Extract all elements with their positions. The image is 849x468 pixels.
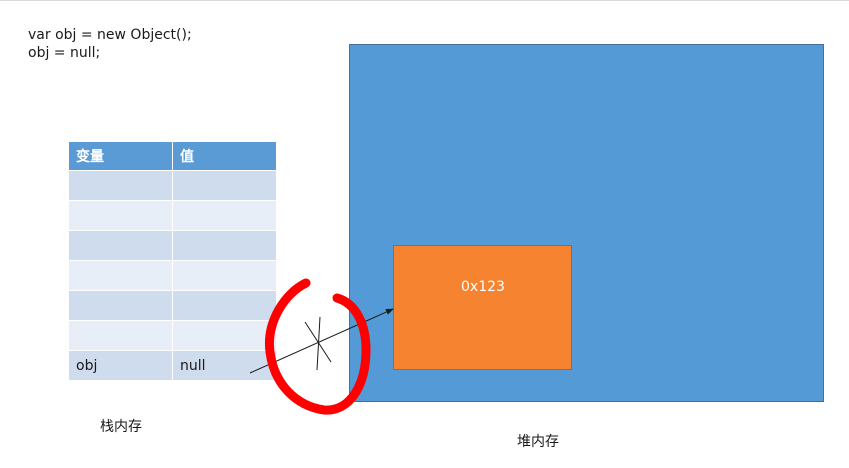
red-circle-annotation (264, 278, 371, 415)
annotation-overlay (249, 278, 394, 415)
